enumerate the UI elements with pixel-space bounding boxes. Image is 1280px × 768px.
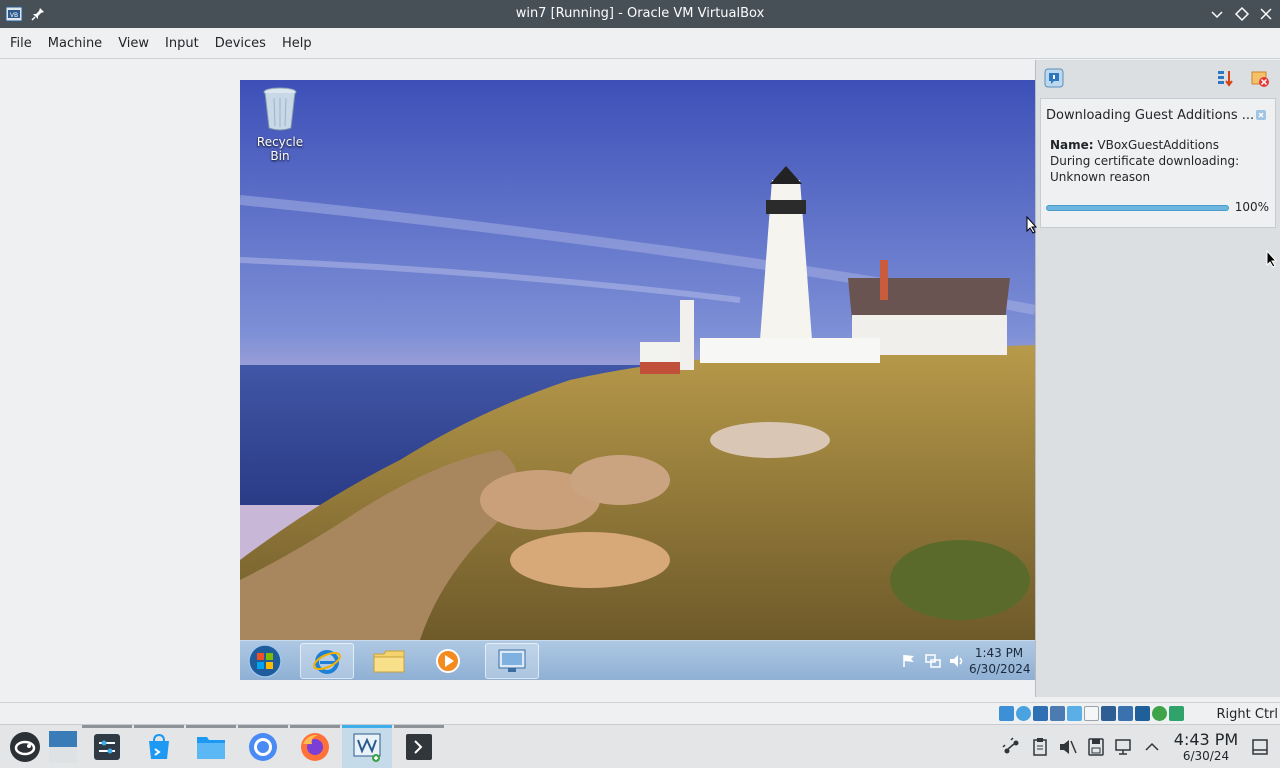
taskbar-remote-desktop[interactable] — [485, 643, 539, 679]
desktop-icon-label: Recycle Bin — [256, 135, 304, 163]
hard-disk-indicator-icon[interactable] — [999, 706, 1014, 721]
clear-notifications-icon[interactable] — [1250, 68, 1270, 88]
optical-drive-indicator-icon[interactable] — [1016, 706, 1031, 721]
menu-bar: File Machine View Input Devices Help — [0, 28, 1280, 58]
sort-notifications-icon[interactable] — [1215, 68, 1235, 88]
audio-muted-icon[interactable] — [1058, 737, 1078, 757]
chromium-icon — [249, 733, 277, 761]
taskbar-system-settings[interactable] — [82, 725, 132, 768]
kde-connect-icon[interactable] — [1002, 737, 1022, 757]
host-system-tray: 4:43 PM 6/30/24 — [998, 725, 1280, 768]
keyboard-capture-indicator-icon[interactable] — [1169, 706, 1184, 721]
terminal-icon — [406, 734, 432, 760]
host-clock-date: 6/30/24 — [1182, 749, 1230, 763]
menu-file[interactable]: File — [2, 36, 40, 51]
taskbar-virtualbox[interactable] — [342, 725, 392, 768]
network-indicator-icon[interactable] — [1050, 706, 1065, 721]
notification-name-value: VBoxGuestAdditions — [1097, 138, 1219, 152]
guest-clock-time: 1:43 PM — [974, 646, 1024, 660]
host-clock[interactable]: 4:43 PM 6/30/24 — [1166, 730, 1246, 764]
guest-screen[interactable]: Recycle Bin 1:43 PM 6/30/2024 — [240, 80, 1035, 680]
recycle-bin-icon — [263, 87, 297, 131]
notification-toolbar — [1036, 60, 1280, 96]
window-title: win7 [Running] - Oracle VM VirtualBox — [515, 6, 765, 21]
taskbar-firefox[interactable] — [290, 725, 340, 768]
peek-desktop-icon[interactable] — [1250, 737, 1270, 757]
notification-info-icon[interactable] — [1044, 68, 1064, 88]
file-manager-icon — [197, 737, 225, 759]
taskbar-file-manager[interactable] — [186, 725, 236, 768]
notification-title: Downloading Guest Additions ... — [1046, 108, 1255, 123]
usb-indicator-icon[interactable] — [1067, 706, 1082, 721]
volume-icon[interactable] — [948, 652, 966, 670]
windows-start-button[interactable] — [246, 643, 284, 679]
guest-taskbar: 1:43 PM 6/30/2024 — [240, 640, 1035, 680]
display-indicator-icon[interactable] — [1101, 706, 1116, 721]
storage-device-icon[interactable] — [1086, 737, 1106, 757]
taskbar-windows-explorer[interactable] — [362, 643, 416, 679]
taskbar-chromium[interactable] — [238, 725, 288, 768]
taskbar-discover[interactable] — [134, 725, 184, 768]
guest-system-tray: 1:43 PM 6/30/2024 — [897, 641, 1031, 680]
download-progress-text: 100% — [1234, 200, 1269, 214]
system-settings-icon — [94, 734, 120, 760]
status-indicators — [997, 706, 1184, 721]
taskbar-show-desktop[interactable] — [38, 725, 88, 768]
menu-input[interactable]: Input — [157, 36, 207, 51]
remote-desktop-icon — [498, 649, 526, 672]
taskbar-media-player[interactable] — [422, 643, 476, 679]
host-taskbar: 4:43 PM 6/30/24 — [0, 724, 1280, 768]
close-notification-icon[interactable] — [1255, 109, 1267, 121]
windows-explorer-icon — [373, 650, 405, 673]
firefox-icon — [301, 733, 329, 761]
host-clock-time: 4:43 PM — [1173, 730, 1239, 749]
guest-clock[interactable]: 1:43 PM 6/30/2024 — [969, 645, 1031, 677]
guest-mouse-cursor-icon — [1026, 216, 1038, 234]
clipboard-icon[interactable] — [1030, 737, 1050, 757]
expand-tray-chevron-icon[interactable] — [1142, 737, 1162, 757]
maximize-button[interactable] — [1233, 5, 1251, 23]
taskbar-terminal[interactable] — [394, 725, 444, 768]
menu-help[interactable]: Help — [274, 36, 320, 51]
desktop-icon-recycle-bin[interactable]: Recycle Bin — [246, 86, 314, 163]
host-mouse-cursor-icon — [1266, 250, 1278, 268]
menu-view[interactable]: View — [110, 36, 157, 51]
media-player-icon — [436, 649, 460, 673]
network-icon[interactable] — [924, 652, 942, 670]
download-progress-bar — [1046, 205, 1229, 211]
taskbar-internet-explorer[interactable] — [300, 643, 354, 679]
notification-center: Downloading Guest Additions ... Name: VB… — [1035, 60, 1280, 697]
download-progress-fill — [1046, 205, 1229, 211]
notification-name-label: Name: — [1050, 138, 1094, 152]
host-key-label: Right Ctrl — [1216, 707, 1279, 722]
notification-body: Name: VBoxGuestAdditions During certific… — [1050, 137, 1270, 185]
network-connection-icon[interactable] — [1114, 737, 1134, 757]
window-titlebar[interactable]: VB win7 [Running] - Oracle VM VirtualBox — [0, 0, 1280, 28]
audio-indicator-icon[interactable] — [1033, 706, 1048, 721]
minimize-button[interactable] — [1208, 5, 1226, 23]
menu-devices[interactable]: Devices — [207, 36, 274, 51]
vm-status-bar: Right Ctrl — [0, 702, 1280, 724]
internet-explorer-icon — [313, 650, 341, 674]
mouse-integration-indicator-icon[interactable] — [1152, 706, 1167, 721]
notification-message: During certificate downloading: Unknown … — [1050, 154, 1240, 184]
guest-clock-date: 6/30/2024 — [969, 662, 1031, 676]
discover-icon — [149, 733, 169, 759]
action-center-flag-icon[interactable] — [900, 652, 918, 670]
desktop-wallpaper — [240, 80, 1035, 640]
shared-folders-indicator-icon[interactable] — [1084, 706, 1099, 721]
menu-machine[interactable]: Machine — [40, 36, 110, 51]
vt-x-indicator-icon[interactable] — [1135, 706, 1150, 721]
recording-indicator-icon[interactable] — [1118, 706, 1133, 721]
virtualbox-icon — [353, 733, 381, 762]
notification-card-guest-additions: Downloading Guest Additions ... Name: VB… — [1040, 98, 1276, 228]
close-button[interactable] — [1257, 5, 1275, 23]
show-desktop-icon — [49, 731, 77, 763]
opensuse-launcher-icon — [10, 732, 40, 762]
